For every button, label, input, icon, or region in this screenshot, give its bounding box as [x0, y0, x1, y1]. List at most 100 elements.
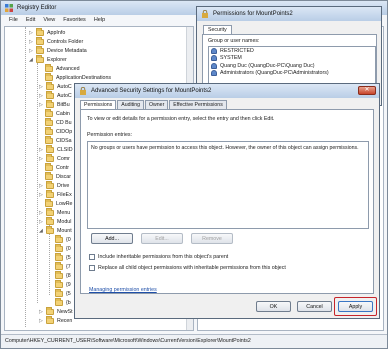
- tree-item[interactable]: ◢ Explorer: [29, 55, 67, 64]
- tree-item[interactable]: Advanced: [45, 64, 80, 73]
- tree-item[interactable]: ▷ BitBu: [39, 100, 70, 109]
- list-item[interactable]: RESTRICTED: [209, 47, 375, 55]
- tree-item[interactable]: CD Bu: [45, 118, 72, 127]
- add-button[interactable]: Add...: [91, 233, 133, 244]
- checkbox-box[interactable]: [89, 265, 95, 271]
- expand-icon[interactable]: ▷: [39, 219, 44, 225]
- tree-item[interactable]: Cabin: [45, 109, 70, 118]
- expand-icon[interactable]: ▷: [39, 102, 44, 108]
- collapse-icon[interactable]: ◢: [39, 228, 44, 234]
- folder-icon: [45, 64, 53, 72]
- edit-button[interactable]: Edit...: [141, 233, 183, 244]
- tree-item[interactable]: ▷ AppInfo: [29, 28, 65, 37]
- tree-item[interactable]: {5: [55, 289, 71, 298]
- tree-item[interactable]: ApplicationDestinations: [45, 73, 111, 82]
- group-label: Group or user names:: [208, 38, 260, 44]
- folder-icon: [46, 91, 54, 99]
- user-icon: [211, 62, 217, 69]
- registry-title: Registry Editor: [17, 5, 57, 11]
- folder-icon: [55, 235, 63, 243]
- group-icon: [211, 70, 217, 77]
- list-item[interactable]: Administrators (QuangDuc-PC\Administrato…: [209, 70, 375, 78]
- tree-item[interactable]: ▷ CLSID: [39, 145, 73, 154]
- folder-icon: [45, 118, 53, 126]
- menu-help[interactable]: Help: [94, 17, 105, 23]
- menu-view[interactable]: View: [43, 17, 55, 23]
- folder-icon: [55, 253, 63, 261]
- folder-icon: [45, 73, 53, 81]
- inherit-checkbox[interactable]: Include inheritable permissions from thi…: [89, 254, 228, 260]
- tree-item[interactable]: ◢ Mount: [39, 226, 72, 235]
- expand-icon[interactable]: ▷: [39, 210, 44, 216]
- remove-button[interactable]: Remove: [191, 233, 233, 244]
- menu-favorites[interactable]: Favorites: [63, 17, 86, 23]
- tab-auditing[interactable]: Auditing: [117, 100, 145, 109]
- tree-item[interactable]: {0: [55, 235, 71, 244]
- expand-icon[interactable]: ▷: [39, 192, 44, 198]
- tree-item[interactable]: {9: [55, 280, 71, 289]
- tree-item[interactable]: Discar: [45, 172, 71, 181]
- group-icon: [211, 47, 217, 54]
- close-button[interactable]: ✕: [358, 86, 376, 95]
- menu-file[interactable]: File: [9, 17, 18, 23]
- expand-icon[interactable]: ▷: [39, 156, 44, 162]
- list-item[interactable]: Quang Duc (QuangDuc-PC\Quang Duc): [209, 62, 375, 70]
- collapse-icon[interactable]: ◢: [29, 57, 34, 63]
- ok-button[interactable]: OK: [256, 301, 291, 312]
- tree-guide-line: [37, 63, 38, 303]
- tree-item[interactable]: ▷ Controls Folder: [29, 37, 83, 46]
- tree-item[interactable]: ▷ FileEx: [39, 190, 72, 199]
- advanced-title-bar: Advanced Security Settings for MountPoin…: [75, 84, 379, 98]
- tab-security[interactable]: Security: [203, 25, 232, 34]
- lock-icon: [80, 87, 86, 95]
- tree-item[interactable]: CIDSa: [45, 136, 72, 145]
- permissions-title-bar: Permissions for MountPoints2: [197, 7, 381, 21]
- user-list[interactable]: RESTRICTED SYSTEM Quang Duc (QuangDuc-PC…: [208, 46, 376, 86]
- permission-entries-list[interactable]: No groups or users have permission to ac…: [87, 141, 369, 229]
- list-item[interactable]: SYSTEM: [209, 55, 375, 63]
- permissions-title: Permissions for MountPoints2: [213, 11, 293, 17]
- replace-checkbox[interactable]: Replace all child object permissions wit…: [89, 265, 286, 271]
- tree-item[interactable]: {5: [55, 253, 71, 262]
- cancel-button[interactable]: Cancel: [297, 301, 332, 312]
- expand-icon[interactable]: ▷: [39, 183, 44, 189]
- tree-item[interactable]: {b: [55, 298, 71, 307]
- tree-item[interactable]: ▷ AutoC: [39, 91, 72, 100]
- tree-item[interactable]: Contr: [45, 163, 69, 172]
- intro-text: To view or edit details for a permission…: [87, 116, 275, 122]
- expand-icon[interactable]: ▷: [29, 39, 34, 45]
- tree-item[interactable]: ▷ Comr: [39, 154, 70, 163]
- menu-edit[interactable]: Edit: [26, 17, 35, 23]
- tree-item[interactable]: {7: [55, 262, 71, 271]
- checkbox-box[interactable]: [89, 254, 95, 260]
- tab-owner[interactable]: Owner: [145, 100, 169, 109]
- tree-item[interactable]: ▷ Modul: [39, 217, 71, 226]
- expand-icon[interactable]: ▷: [39, 318, 44, 324]
- folder-icon: [45, 109, 53, 117]
- tree-item[interactable]: ▷ Menu: [39, 208, 70, 217]
- tree-item[interactable]: LowRe: [45, 199, 73, 208]
- tree-item[interactable]: ▷ AutoC: [39, 82, 72, 91]
- folder-icon: [36, 37, 44, 45]
- tree-item[interactable]: ▷ Drive: [39, 181, 69, 190]
- tree-item[interactable]: {8: [55, 271, 71, 280]
- tree-item[interactable]: ▷ NewSt: [39, 307, 73, 316]
- tab-effective-permissions[interactable]: Effective Permissions: [169, 100, 227, 109]
- expand-icon[interactable]: ▷: [39, 147, 44, 153]
- tree-item[interactable]: CIDOp: [45, 127, 72, 136]
- expand-icon[interactable]: ▷: [39, 93, 44, 99]
- managing-permissions-link[interactable]: Managing permission entries: [89, 287, 157, 293]
- group-icon: [211, 55, 217, 62]
- expand-icon[interactable]: ▷: [29, 30, 34, 36]
- expand-icon[interactable]: ▷: [39, 84, 44, 90]
- expand-icon[interactable]: ▷: [39, 309, 44, 315]
- tree-item[interactable]: ▷ Device Metadata: [29, 46, 87, 55]
- folder-icon: [46, 100, 54, 108]
- tree-item[interactable]: ▷ Recen: [39, 316, 72, 325]
- advanced-security-dialog: Advanced Security Settings for MountPoin…: [74, 83, 380, 319]
- expand-icon[interactable]: ▷: [29, 48, 34, 54]
- tree-item[interactable]: {0: [55, 244, 71, 253]
- folder-icon: [55, 298, 63, 306]
- lock-icon: [202, 10, 208, 18]
- folder-icon: [55, 289, 63, 297]
